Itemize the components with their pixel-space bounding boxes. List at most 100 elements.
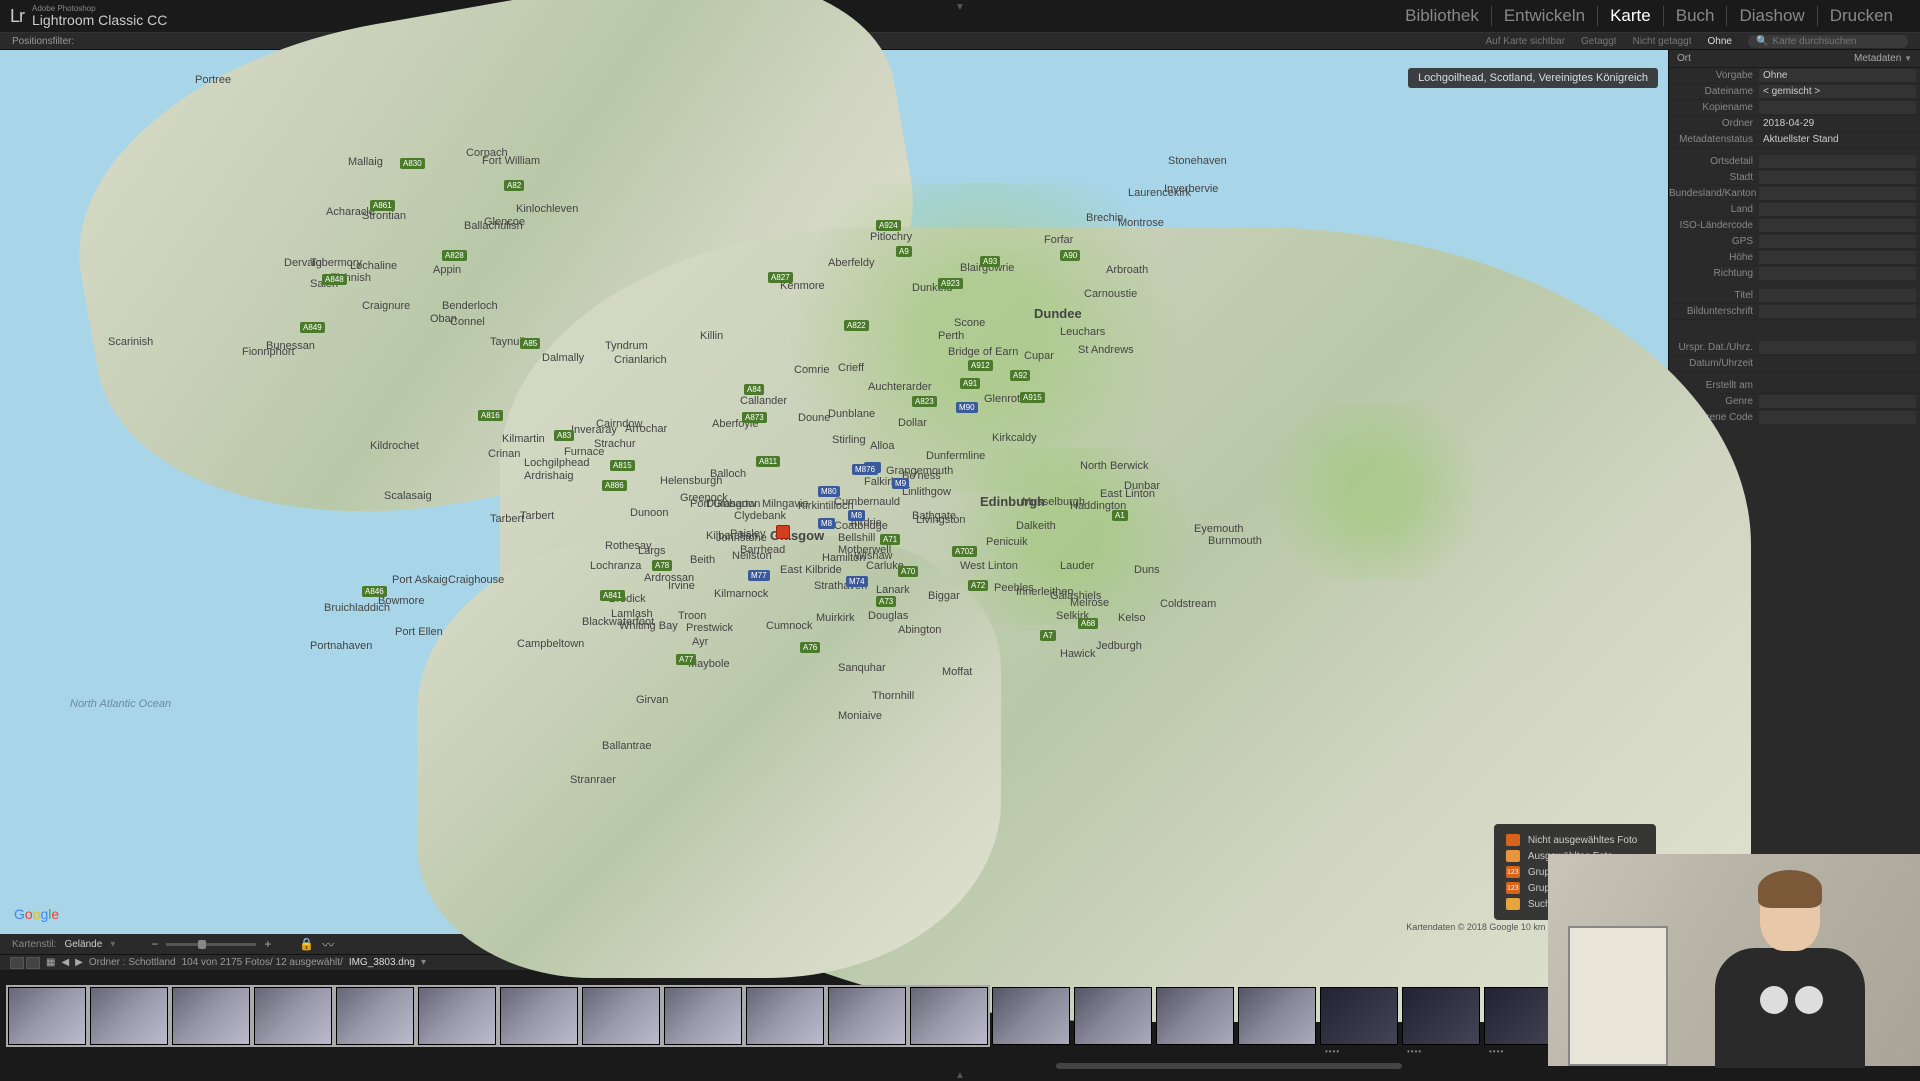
meta-genre[interactable] bbox=[1759, 395, 1916, 408]
road-badge: A73 bbox=[876, 596, 896, 607]
zoom-out-icon[interactable]: − bbox=[151, 937, 158, 951]
road-badge: A816 bbox=[478, 410, 503, 421]
location-tooltip: Lochgoilhead, Scotland, Vereinigtes Köni… bbox=[1408, 68, 1658, 88]
meta-iso[interactable] bbox=[1759, 219, 1916, 232]
road-badge: A85 bbox=[520, 338, 540, 349]
meta-label-folder: Ordner bbox=[1669, 118, 1759, 129]
metadata-header[interactable]: Metadaten bbox=[1854, 53, 1901, 64]
road-badge: A886 bbox=[602, 480, 627, 491]
meta-label-filename: Dateiname bbox=[1669, 86, 1759, 97]
thumbnail[interactable] bbox=[828, 987, 906, 1045]
view-mode-2[interactable] bbox=[26, 957, 40, 969]
meta-altitude[interactable] bbox=[1759, 251, 1916, 264]
thumbnail[interactable] bbox=[336, 987, 414, 1045]
meta-country[interactable] bbox=[1759, 203, 1916, 216]
lock-icon[interactable]: 🔒 bbox=[299, 937, 314, 951]
road-badge: M9 bbox=[892, 478, 909, 489]
thumbnail[interactable] bbox=[910, 987, 988, 1045]
map-style-value[interactable]: Gelände bbox=[64, 939, 102, 950]
meta-label-iso: ISO-Ländercode bbox=[1669, 220, 1759, 231]
module-develop[interactable]: Entwickeln bbox=[1492, 6, 1598, 26]
legend-swatch-group-near: 123 bbox=[1506, 882, 1520, 894]
meta-datetime bbox=[1759, 357, 1916, 370]
road-badge: A823 bbox=[912, 396, 937, 407]
road-badge: A923 bbox=[938, 278, 963, 289]
map-style-label: Kartenstil: bbox=[12, 939, 56, 950]
filmstrip-path[interactable]: Ordner : Schottland bbox=[89, 957, 176, 968]
filter-visible-on-map[interactable]: Auf Karte sichtbar bbox=[1478, 36, 1573, 47]
meta-iptc[interactable] bbox=[1759, 411, 1916, 424]
road-badge: A70 bbox=[898, 566, 918, 577]
thumbnail[interactable] bbox=[664, 987, 742, 1045]
thumbnail[interactable] bbox=[1238, 987, 1316, 1045]
road-badge: A912 bbox=[968, 360, 993, 371]
road-badge: A9 bbox=[896, 246, 912, 257]
road-badge: M77 bbox=[748, 570, 770, 581]
nav-next-icon[interactable]: ▶ bbox=[75, 957, 83, 968]
road-badge: M90 bbox=[956, 402, 978, 413]
road-badge: A828 bbox=[442, 250, 467, 261]
tracklog-icon[interactable]: 〰 bbox=[322, 936, 334, 953]
thumbnail[interactable] bbox=[254, 987, 332, 1045]
zoom-slider[interactable] bbox=[166, 943, 256, 946]
nav-prev-icon[interactable]: ◀ bbox=[61, 957, 69, 968]
road-badge: A873 bbox=[742, 412, 767, 423]
thumbnail[interactable] bbox=[172, 987, 250, 1045]
thumbnail[interactable] bbox=[8, 987, 86, 1045]
road-badge: A827 bbox=[768, 272, 793, 283]
meta-city[interactable] bbox=[1759, 171, 1916, 184]
filter-untagged[interactable]: Nicht getaggt bbox=[1625, 36, 1700, 47]
road-badge: A848 bbox=[322, 274, 347, 285]
filter-none[interactable]: Ohne bbox=[1700, 36, 1740, 47]
road-badge: A830 bbox=[400, 158, 425, 169]
meta-caption[interactable] bbox=[1759, 305, 1916, 318]
thumbnail[interactable] bbox=[582, 987, 660, 1045]
thumbnail[interactable]: •••• bbox=[1402, 987, 1480, 1045]
legend-swatch-selected bbox=[1506, 850, 1520, 862]
meta-copyname[interactable] bbox=[1759, 101, 1916, 114]
road-badge: A1 bbox=[1112, 510, 1128, 521]
thumbnail[interactable] bbox=[500, 987, 578, 1045]
meta-sublocation[interactable] bbox=[1759, 155, 1916, 168]
module-slideshow[interactable]: Diashow bbox=[1727, 6, 1817, 26]
module-book[interactable]: Buch bbox=[1664, 6, 1728, 26]
map-search[interactable]: 🔍 bbox=[1748, 35, 1908, 48]
thumbnail[interactable] bbox=[746, 987, 824, 1045]
panel-tab-location[interactable]: Ort bbox=[1677, 53, 1691, 64]
meta-filename[interactable]: < gemischt > bbox=[1759, 85, 1916, 98]
grid-icon[interactable]: ▦ bbox=[46, 957, 55, 968]
meta-preset[interactable]: Ohne bbox=[1759, 69, 1916, 82]
thumbnail[interactable]: •••• bbox=[1320, 987, 1398, 1045]
module-map[interactable]: Karte bbox=[1598, 6, 1664, 26]
meta-gps[interactable] bbox=[1759, 235, 1916, 248]
thumbnail[interactable] bbox=[418, 987, 496, 1045]
map-search-input[interactable] bbox=[1772, 36, 1900, 47]
thumbnail[interactable] bbox=[992, 987, 1070, 1045]
meta-title[interactable] bbox=[1759, 289, 1916, 302]
view-mode-1[interactable] bbox=[10, 957, 24, 969]
map-marker-glasgow[interactable] bbox=[776, 525, 790, 539]
panel-collapse-top[interactable]: ▼ bbox=[955, 2, 965, 13]
meta-direction[interactable] bbox=[1759, 267, 1916, 280]
chevron-down-icon[interactable]: ▼ bbox=[1904, 54, 1912, 63]
filter-tagged[interactable]: Getaggt bbox=[1573, 36, 1625, 47]
zoom-in-icon[interactable]: + bbox=[264, 937, 271, 951]
panel-collapse-bottom[interactable]: ▲ bbox=[0, 1070, 1920, 1080]
thumbnail[interactable] bbox=[90, 987, 168, 1045]
app-name: Lightroom Classic CC bbox=[32, 13, 167, 27]
map-canvas[interactable]: GlasgowEdinburghDundeePerthStirlingFalki… bbox=[0, 50, 1668, 934]
location-filter-label: Positionsfilter: bbox=[12, 36, 74, 47]
meta-label-altitude: Höhe bbox=[1669, 252, 1759, 263]
meta-state[interactable] bbox=[1759, 187, 1916, 200]
module-print[interactable]: Drucken bbox=[1818, 6, 1905, 26]
road-badge: A822 bbox=[844, 320, 869, 331]
road-badge: A815 bbox=[610, 460, 635, 471]
thumbnail[interactable] bbox=[1156, 987, 1234, 1045]
road-badge: A915 bbox=[1020, 392, 1045, 403]
road-badge: A811 bbox=[756, 456, 780, 467]
meta-orig-date[interactable] bbox=[1759, 341, 1916, 354]
google-logo: Google bbox=[14, 906, 59, 922]
road-badge: A93 bbox=[980, 256, 1000, 267]
module-library[interactable]: Bibliothek bbox=[1393, 6, 1492, 26]
thumbnail[interactable] bbox=[1074, 987, 1152, 1045]
